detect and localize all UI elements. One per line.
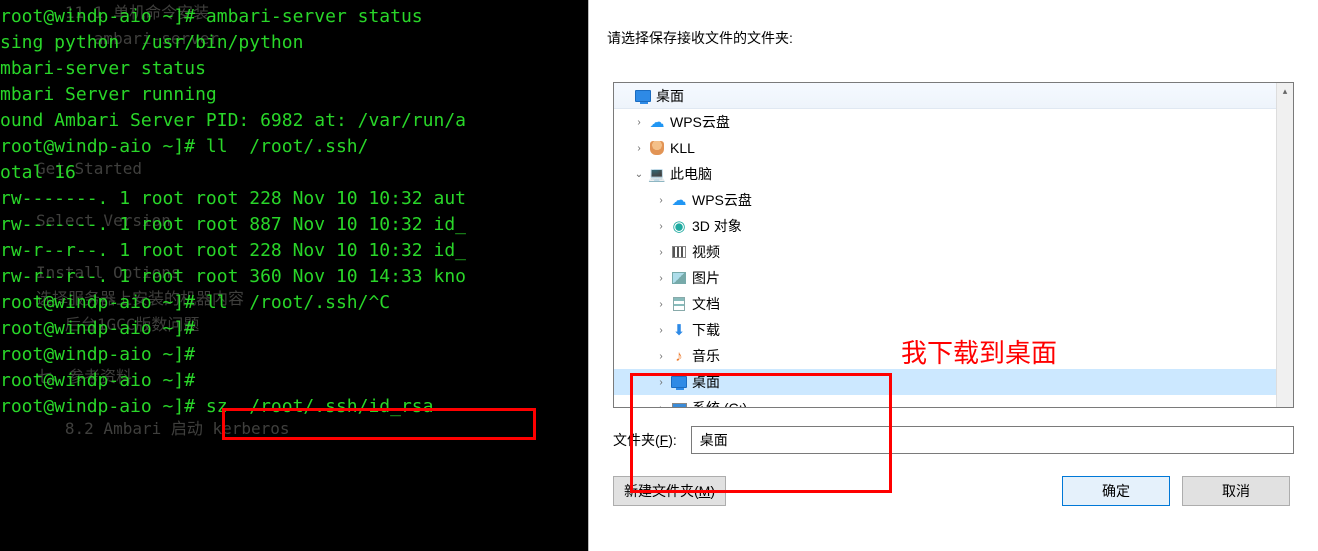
tree-item[interactable]: › 系统 (C:) [614,395,1293,408]
ok-button[interactable]: 确定 [1062,476,1170,506]
tree-item[interactable]: › 图片 [614,265,1293,291]
tree-item-label: 图片 [692,268,720,288]
tree-item-label: 文档 [692,294,720,314]
tree-item-label: 桌面 [656,86,684,106]
desktop-icon [670,374,688,390]
expander-icon[interactable]: › [632,143,646,154]
terminal-pane[interactable]: 11.1 单机命令安装 ambari-server Get Started Se… [0,0,588,551]
expander-icon[interactable]: › [654,351,668,362]
down-icon: ⬇ [670,322,688,338]
new-folder-button[interactable]: 新建文件夹(M) [613,476,726,506]
tree-item-label: 下载 [692,320,720,340]
expander-icon[interactable]: ⌄ [632,169,646,180]
tree-root-desktop[interactable]: 桌面 [614,83,1293,109]
expander-icon[interactable]: › [654,221,668,232]
tree-item[interactable]: › KLL [614,135,1293,161]
cloud-icon: ☁ [648,114,666,130]
3d-icon: ◉ [670,218,688,234]
annotation-text: 我下载到桌面 [901,333,1057,370]
tree-item-label: WPS云盘 [692,190,752,210]
expander-icon[interactable]: › [654,273,668,284]
folder-select-dialog: 请选择保存接收文件的文件夹: 桌面 ›☁WPS云盘›KLL⌄💻此电脑›☁WPS云… [588,0,1318,551]
tree-item-label: 3D 对象 [692,216,742,236]
music-icon: ♪ [670,348,688,364]
tree-item-label: 音乐 [692,346,720,366]
tree-item-label: 视频 [692,242,720,262]
expander-icon[interactable]: › [654,403,668,409]
video-icon [670,244,688,260]
tree-item-label: 桌面 [692,372,720,392]
tree-item[interactable]: ›☁WPS云盘 [614,109,1293,135]
terminal-output: root@windp-aio ~]# ambari-server statuss… [0,0,588,551]
person-icon [648,140,666,156]
tree-item-label: WPS云盘 [670,112,730,132]
tree-item[interactable]: › 视频 [614,239,1293,265]
cloud-icon: ☁ [670,192,688,208]
expander-icon[interactable]: › [654,247,668,258]
tree-item[interactable]: › 文档 [614,291,1293,317]
expander-icon[interactable]: › [632,117,646,128]
dialog-prompt-label: 请选择保存接收文件的文件夹: [589,0,1318,48]
tree-item-label: 此电脑 [670,164,712,184]
expander-icon[interactable]: › [654,195,668,206]
folder-name-row: 文件夹(F): [613,426,1294,454]
folder-name-input[interactable] [691,426,1294,454]
pic-icon [670,270,688,286]
expander-icon[interactable]: › [654,377,668,388]
tree-item[interactable]: ›◉3D 对象 [614,213,1293,239]
drive-icon [670,400,688,408]
desktop-icon [634,88,652,104]
tree-scrollbar[interactable] [1276,83,1293,407]
expander-icon[interactable]: › [654,299,668,310]
tree-item[interactable]: ›☁WPS云盘 [614,187,1293,213]
doc-icon [670,296,688,312]
tree-item-label: KLL [670,140,695,156]
tree-item[interactable]: › 桌面 [614,369,1293,395]
dialog-button-row: 新建文件夹(M) 确定 取消 [613,476,1290,506]
folder-field-label: 文件夹(F): [613,430,677,450]
cancel-button[interactable]: 取消 [1182,476,1290,506]
pc-icon: 💻 [648,166,666,182]
expander-icon[interactable]: › [654,325,668,336]
tree-item[interactable]: ⌄💻此电脑 [614,161,1293,187]
tree-item-label: 系统 (C:) [692,398,747,408]
